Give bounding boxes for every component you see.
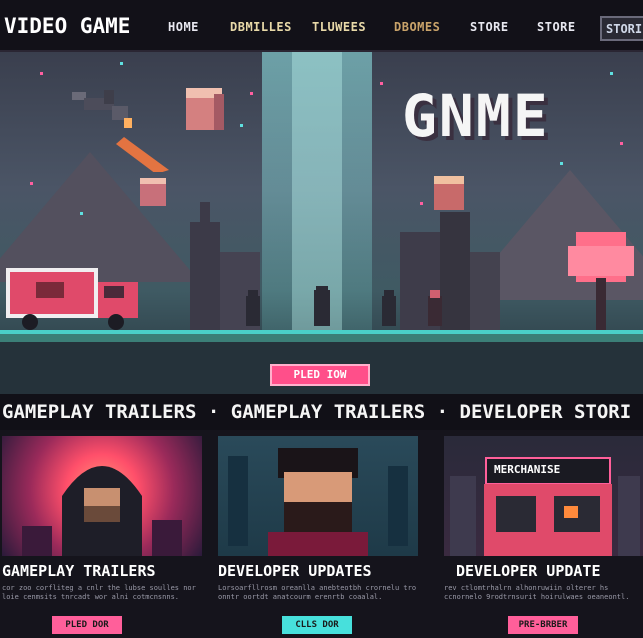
card-developer-updates[interactable]: DEVELOPER UPDATES Lorsoarfllrosm oreanll…: [218, 436, 418, 636]
star-icon: [250, 92, 253, 95]
grass-strip: [0, 334, 643, 342]
marquee-text: GAMEPLAY TRAILERS · GAMEPLAY TRAILERS · …: [2, 401, 632, 423]
star-icon: [40, 72, 43, 75]
star-icon: [120, 62, 123, 65]
nav-item-2[interactable]: DBMILLES: [230, 20, 292, 34]
spaceship-icon: [72, 90, 169, 172]
card-merchandise[interactable]: MERCHANISE DEVELOPER UPDATE rev ctlomtrh…: [444, 436, 643, 636]
card-button[interactable]: PLED DOR: [52, 616, 122, 634]
hero-banner: GNME PLED IOW: [0, 52, 643, 394]
nav-item-3[interactable]: TLUWEES: [312, 20, 366, 34]
hooded-figure-icon: [22, 466, 182, 556]
star-icon: [560, 162, 563, 165]
star-icon: [240, 124, 243, 127]
card-button[interactable]: PRE-BRBER: [508, 616, 578, 634]
developer-portrait-icon: [228, 448, 408, 556]
star-icon: [80, 212, 83, 215]
card-title: DEVELOPER UPDATE: [456, 562, 601, 580]
card-image: [2, 436, 202, 556]
nav-item-store-2[interactable]: STORE: [537, 20, 576, 34]
card-image: [218, 436, 418, 556]
card-button[interactable]: CLLS DOR: [282, 616, 352, 634]
card-title: GAMEPLAY TRAILERS: [2, 562, 156, 580]
top-nav: VIDEO GAME HOME DBMILLES TLUWEES DBOMES …: [0, 0, 643, 52]
star-icon: [610, 72, 613, 75]
brand-logo[interactable]: VIDEO GAME: [4, 14, 130, 38]
star-icon: [620, 142, 623, 145]
pink-tree-icon: [568, 232, 634, 330]
star-icon: [380, 82, 383, 85]
star-icon: [30, 182, 33, 185]
nav-item-home[interactable]: HOME: [168, 20, 199, 34]
floating-cube-icon: [186, 88, 224, 130]
card-description: cor zoo corfliteg a cnlr the lubse soull…: [2, 584, 196, 601]
card-image: MERCHANISE: [444, 436, 643, 556]
truck-icon: [6, 268, 138, 330]
merchandise-store-icon: [450, 457, 640, 556]
nav-item-store[interactable]: STORE: [470, 20, 509, 34]
card-description: Lorsoarfllrosm oreanlla anebteotbh crorn…: [218, 584, 417, 601]
hero-cta-button[interactable]: PLED IOW: [270, 364, 370, 386]
merch-sign: MERCHANISE: [494, 463, 561, 476]
soldiers-group: [246, 286, 442, 326]
card-title: DEVELOPER UPDATES: [218, 562, 372, 580]
card-description: rev ctlomtrhalrn alhonruwiin olterer hs …: [444, 584, 630, 601]
floating-cube-icon: [140, 178, 166, 206]
nav-button-store[interactable]: STORI: [600, 16, 643, 41]
nav-item-4[interactable]: DBOMES: [394, 20, 440, 34]
feature-cards: GAMEPLAY TRAILERS cor zoo corfliteg a cn…: [0, 430, 643, 638]
hero-title: GNME: [402, 82, 550, 150]
card-gameplay-trailers[interactable]: GAMEPLAY TRAILERS cor zoo corfliteg a cn…: [2, 436, 202, 636]
marquee-banner: GAMEPLAY TRAILERS · GAMEPLAY TRAILERS · …: [0, 394, 643, 430]
